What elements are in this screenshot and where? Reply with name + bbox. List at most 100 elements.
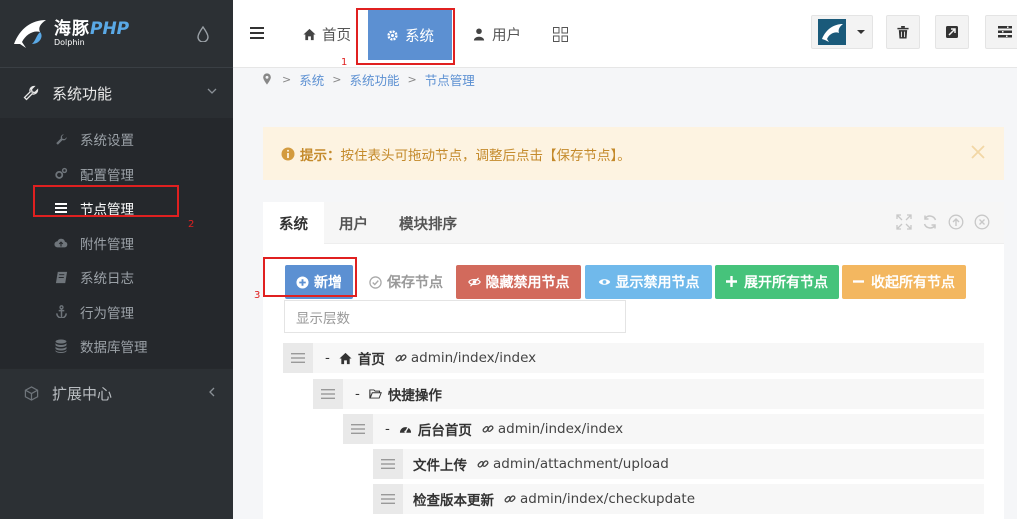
show-disabled-button[interactable]: 显示禁用节点: [585, 265, 712, 299]
drag-handle-icon[interactable]: [313, 379, 343, 409]
top-header: 首页 系统 用户: [233, 0, 1017, 68]
drag-handle-icon[interactable]: [373, 449, 403, 479]
breadcrumb-separator: >: [332, 72, 342, 86]
annotation-number-2: 2: [188, 219, 195, 230]
brand[interactable]: 海豚PHP Dolphin: [0, 0, 233, 68]
breadcrumb-item-nodes[interactable]: 节点管理: [425, 70, 475, 89]
tree-node-url-text: admin/index/checkupdate: [520, 491, 696, 507]
brand-name-cn: 海豚: [54, 18, 90, 39]
top-tab-user[interactable]: 用户: [473, 8, 521, 60]
sidebar-group-system-label: 系统功能: [52, 84, 113, 103]
save-nodes-label: 保存节点: [387, 275, 443, 291]
home-icon: [339, 352, 352, 365]
sidebar-item-system-settings[interactable]: 系统设置: [0, 122, 233, 157]
hide-disabled-label: 隐藏禁用节点: [485, 275, 570, 291]
fullscreen-icon[interactable]: [896, 214, 912, 230]
layer-count-input[interactable]: 显示层数: [284, 300, 626, 333]
link-icon: [395, 352, 408, 365]
tip-label: 提示：: [300, 147, 341, 164]
annotation-box-3: [263, 257, 357, 297]
tree-node[interactable]: - 首页 admin/index/index: [283, 343, 984, 373]
brand-name-php: PHP: [90, 18, 130, 39]
drag-handle-icon[interactable]: [373, 484, 403, 514]
tree-node-title: 快捷操作: [387, 388, 442, 404]
brand-sub: Dolphin: [54, 37, 85, 47]
tree-node-toggle[interactable]: -: [355, 386, 360, 402]
cube-icon: [22, 384, 40, 402]
collapse-all-button[interactable]: 收起所有节点: [842, 265, 966, 299]
open-frontend-button[interactable]: [935, 15, 969, 49]
plus-icon: [726, 275, 739, 289]
sidebar-item-database[interactable]: 数据库管理: [0, 329, 233, 364]
tree-node-url-text: admin/attachment/upload: [493, 456, 669, 472]
tree-node-title: 文件上传: [413, 458, 467, 474]
top-tab-home-label: 首页: [322, 27, 351, 44]
info-circle-icon: [281, 147, 295, 160]
tree-node[interactable]: - 后台首页 admin/index/index: [343, 414, 984, 444]
clear-cache-button[interactable]: [886, 15, 920, 49]
close-icon[interactable]: [970, 144, 986, 160]
sidebar-item-attachments[interactable]: 附件管理: [0, 226, 233, 261]
map-marker-icon: [263, 73, 271, 85]
sidebar-item-label: 附件管理: [80, 236, 134, 253]
dolphin-logo-icon: [14, 19, 46, 48]
chevron-left-icon: [209, 387, 215, 396]
top-tab-home[interactable]: 首页: [303, 8, 351, 60]
wrench-icon: [54, 132, 68, 146]
tree-node-url-text: admin/index/index: [410, 350, 537, 366]
sidebar-item-behavior[interactable]: 行为管理: [0, 295, 233, 330]
panel-tab-module-sort[interactable]: 模块排序: [383, 202, 473, 244]
drag-handle-icon[interactable]: [343, 414, 373, 444]
hide-disabled-button[interactable]: 隐藏禁用节点: [456, 265, 581, 299]
tree-node[interactable]: 文件上传 admin/attachment/upload: [373, 449, 984, 479]
minus-icon: [853, 276, 866, 289]
grid-icon: [553, 26, 568, 42]
link-icon: [482, 423, 495, 436]
sidebar-group-system[interactable]: 系统功能: [0, 68, 233, 118]
user-avatar-button[interactable]: [811, 15, 873, 49]
tree-node-url: admin/attachment/upload: [477, 456, 669, 472]
drag-handle-icon[interactable]: [283, 343, 313, 373]
top-tab-apps[interactable]: [553, 8, 568, 60]
home-icon: [303, 28, 316, 41]
link-icon: [477, 458, 490, 471]
annotation-number-3: 3: [254, 290, 261, 301]
theme-drop-icon[interactable]: [197, 26, 209, 42]
tree-node-title: 检查版本更新: [413, 493, 494, 509]
breadcrumb-item-system[interactable]: 系统: [299, 70, 324, 89]
tree-node-toggle[interactable]: -: [385, 421, 390, 437]
breadcrumb-item-system-function[interactable]: 系统功能: [349, 70, 399, 89]
refresh-icon[interactable]: [922, 214, 938, 230]
caret-down-icon: [857, 30, 865, 34]
brand-text: 海豚PHP Dolphin: [54, 18, 130, 47]
breadcrumb-separator: >: [282, 72, 292, 86]
sidebar-item-label: 数据库管理: [80, 340, 148, 357]
annotation-number-1: 1: [341, 57, 348, 68]
show-disabled-label: 显示禁用节点: [615, 275, 700, 291]
hamburger-menu-icon[interactable]: [250, 27, 264, 39]
sidebar-group-extend[interactable]: 扩展中心: [0, 367, 233, 418]
tip-alert: 提示： 按住表头可拖动节点，调整后点击【保存节点】。: [263, 127, 1004, 180]
eye-slash-icon: [467, 276, 481, 289]
dashboard-icon: [399, 423, 412, 436]
layer-count-placeholder: 显示层数: [296, 310, 350, 327]
sidebar-item-logs[interactable]: 系统日志: [0, 260, 233, 295]
panel-tab-user[interactable]: 用户: [323, 202, 384, 244]
close-circle-icon[interactable]: [974, 214, 990, 230]
eye-icon: [598, 276, 611, 289]
avatar: [818, 19, 846, 45]
tree-node[interactable]: - 快捷操作: [313, 379, 984, 409]
side-overlay-button[interactable]: [985, 15, 1017, 49]
chevron-down-icon: [207, 88, 217, 94]
panel-tab-system[interactable]: 系统: [263, 202, 324, 244]
external-link-icon: [946, 26, 958, 38]
tree-node-toggle[interactable]: -: [325, 350, 330, 366]
cloud-upload-icon: [54, 236, 68, 250]
breadcrumb: > 系统 > 系统功能 > 节点管理: [262, 70, 475, 88]
sidebar-item-label: 系统日志: [80, 271, 134, 288]
anchor-icon: [54, 305, 68, 319]
expand-all-button[interactable]: 展开所有节点: [715, 265, 839, 299]
collapse-up-icon[interactable]: [948, 214, 964, 230]
tree-node[interactable]: 检查版本更新 admin/index/checkupdate: [373, 484, 984, 514]
save-nodes-button[interactable]: 保存节点: [360, 265, 452, 299]
